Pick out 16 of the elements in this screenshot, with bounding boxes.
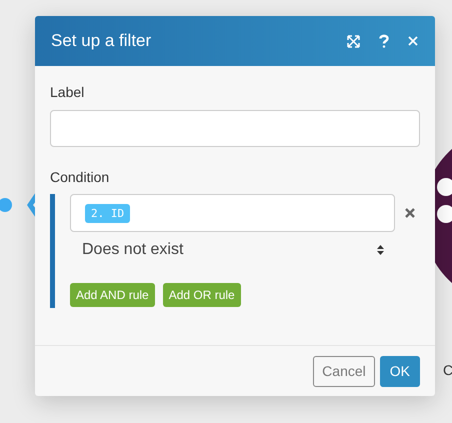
cancel-button[interactable]: Cancel	[313, 356, 375, 386]
add-rule-button[interactable]: Add AND rule	[70, 283, 155, 307]
field-label: Condition	[50, 169, 110, 185]
remove-icon[interactable]	[405, 208, 415, 218]
add-rule-button[interactable]: Add OR rule	[162, 283, 241, 307]
sort-arrows-icon	[377, 245, 384, 255]
expand-icon[interactable]	[347, 34, 360, 48]
operator-select[interactable]: Does not exist	[70, 232, 395, 259]
label-input[interactable]	[50, 110, 420, 147]
dialog-title: Set up a filter	[51, 31, 152, 51]
ok-button[interactable]: OK	[380, 356, 420, 386]
help-icon[interactable]	[379, 34, 389, 48]
operand-field[interactable]: 2. ID	[70, 194, 395, 232]
field-label: Label	[50, 84, 86, 100]
variable-tag[interactable]: 2. ID	[85, 204, 130, 222]
close-icon[interactable]	[408, 36, 418, 46]
